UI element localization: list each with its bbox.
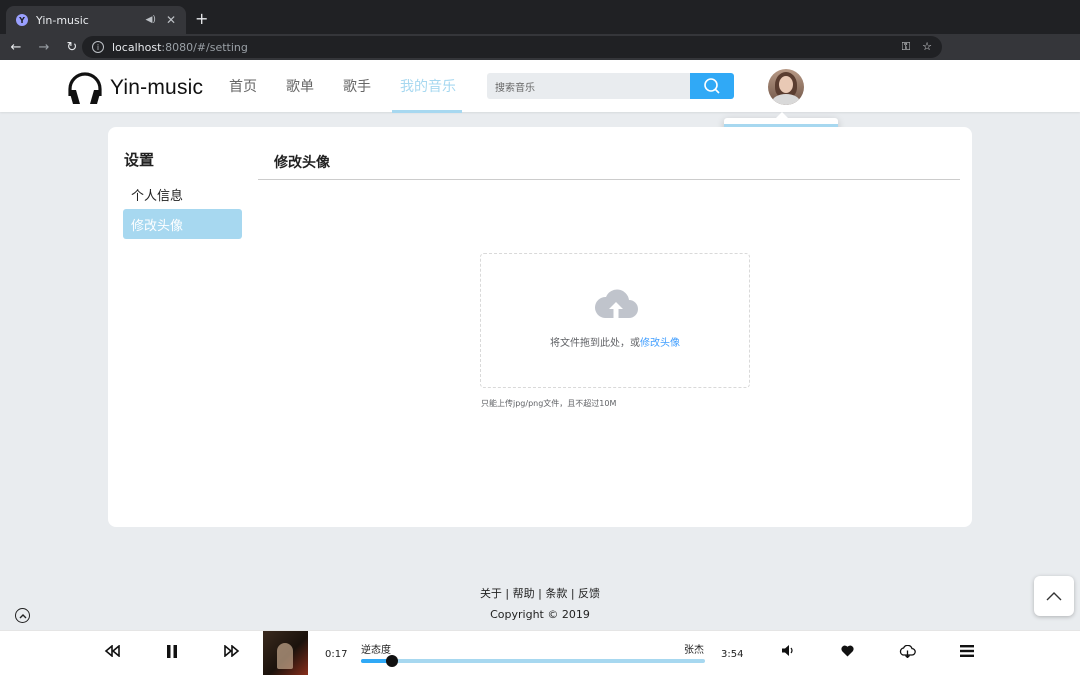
nav-my-music[interactable]: 我的音乐 (400, 76, 456, 96)
favicon-icon: Y (16, 14, 28, 26)
pause-icon (167, 645, 177, 658)
browser-tab-bar: Y Yin-music ◀) ✕ + (0, 0, 1080, 34)
sidebar-item-avatar[interactable]: 修改头像 (123, 209, 242, 239)
back-icon[interactable]: ← (4, 40, 28, 55)
logo[interactable]: Yin-music (66, 70, 203, 106)
current-time: 0:17 (325, 649, 348, 660)
back-to-top-button[interactable] (1034, 576, 1074, 616)
url-host: localhost (112, 40, 162, 54)
sidebar-title: 设置 (124, 151, 155, 169)
cloud-download-icon (899, 645, 916, 658)
list-icon (960, 645, 974, 657)
playlist-button[interactable] (960, 645, 974, 657)
star-icon[interactable]: ☆ (922, 40, 932, 54)
settings-card: 设置 个人信息 修改头像 修改头像 将文件拖到此处，或修改头像 只能上传jpg/… (108, 127, 972, 527)
tab-title: Yin-music (36, 13, 89, 27)
song-title: 逆态度 (361, 645, 391, 656)
app-header: Yin-music 首页 歌单 歌手 我的音乐 搜索音乐 (0, 60, 1080, 112)
music-player: 0:17 逆态度 张杰 3:54 (0, 630, 1080, 675)
nav-home[interactable]: 首页 (229, 76, 257, 96)
heart-icon (841, 645, 854, 657)
upload-text: 将文件拖到此处，或 (550, 338, 640, 349)
search-button[interactable] (690, 73, 734, 99)
volume-button[interactable] (782, 645, 794, 656)
forward-icon[interactable]: → (32, 40, 56, 55)
singer-name: 张杰 (684, 645, 704, 656)
headphones-icon (68, 72, 102, 104)
user-avatar[interactable] (768, 69, 804, 105)
chevron-up-icon (1046, 592, 1062, 601)
next-button[interactable] (224, 645, 240, 657)
speaker-icon[interactable]: ◀) (146, 15, 156, 25)
search-input[interactable]: 搜索音乐 (487, 73, 690, 99)
collapse-player-button[interactable] (15, 608, 30, 623)
reload-icon[interactable]: ↻ (60, 40, 84, 55)
title-divider (258, 179, 960, 180)
upload-tip: 只能上传jpg/png文件，且不超过10M (481, 399, 617, 408)
previous-button[interactable] (104, 645, 120, 657)
page-title: 修改头像 (274, 155, 330, 171)
footer-links[interactable]: 关于 | 帮助 | 条款 | 反馈 (0, 585, 1080, 601)
browser-tab[interactable]: Y Yin-music ◀) ✕ (6, 6, 186, 34)
fast-forward-icon (224, 645, 240, 657)
copyright: Copyright © 2019 (490, 608, 590, 621)
close-tab-icon[interactable]: ✕ (166, 13, 176, 27)
volume-icon (782, 645, 793, 656)
upload-instructions: 将文件拖到此处，或修改头像 (481, 334, 749, 349)
nav-singers[interactable]: 歌手 (343, 76, 371, 96)
search-icon (704, 78, 720, 94)
new-tab-icon[interactable]: + (195, 9, 208, 28)
url-input[interactable]: i localhost :8080/#/setting ⚿ ☆ (82, 36, 942, 58)
cloud-upload-icon (594, 289, 638, 318)
nav-active-indicator (392, 110, 462, 113)
chevron-up-icon (19, 613, 26, 618)
sidebar-item-profile[interactable]: 个人信息 (123, 179, 242, 209)
info-icon[interactable]: i (92, 41, 104, 53)
url-path: :8080/#/setting (161, 40, 248, 54)
nav-playlists[interactable]: 歌单 (286, 76, 314, 96)
duration-time: 3:54 (721, 649, 744, 660)
pause-button[interactable] (166, 645, 178, 658)
like-button[interactable] (841, 645, 854, 657)
download-button[interactable] (899, 645, 916, 658)
album-cover[interactable] (263, 631, 308, 675)
progress-handle[interactable] (385, 655, 398, 667)
upload-link[interactable]: 修改头像 (640, 338, 680, 349)
upload-dropzone[interactable]: 将文件拖到此处，或修改头像 (480, 253, 750, 388)
key-icon[interactable]: ⚿ (902, 40, 910, 54)
rewind-icon (104, 645, 120, 657)
logo-text: Yin-music (110, 76, 204, 99)
progress-bar[interactable] (361, 655, 705, 667)
address-bar: ← → ↻ i localhost :8080/#/setting ⚿ ☆ ✱ … (0, 34, 1080, 87)
